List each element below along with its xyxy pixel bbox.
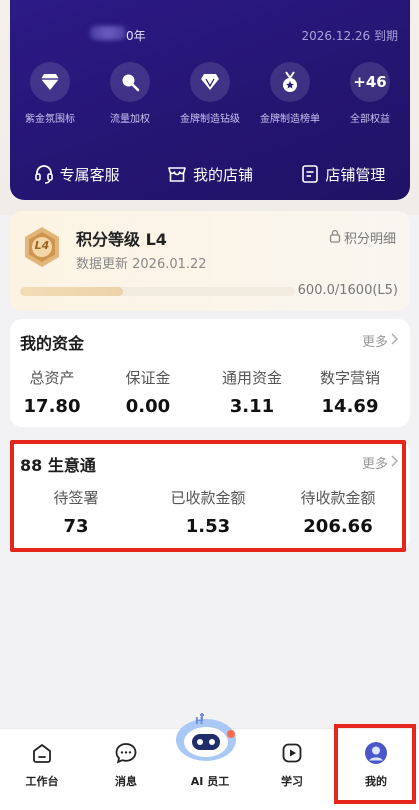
headset-icon (34, 164, 54, 184)
level-progress-text: 600.0/1600(L5) (297, 283, 398, 298)
level-progress-bar (20, 287, 295, 296)
tab-label: 学习 (281, 775, 303, 788)
funds-more-link[interactable]: 更多 (362, 331, 398, 350)
benefit-label: 紫金氛围标 (25, 114, 75, 125)
stat-label: 待收款金额 (300, 489, 376, 507)
funds-stat-deposit[interactable]: 保证金 0.00 (98, 367, 198, 417)
store-icon (167, 164, 187, 184)
level-title: 积分等级 L4 (76, 230, 167, 249)
profile-icon (334, 739, 418, 767)
search-icon (110, 62, 150, 102)
stat-label: 总资产 (29, 369, 75, 387)
points-detail-link[interactable]: 积分明细 (329, 228, 396, 247)
stat-value: 14.69 (321, 396, 379, 417)
business-more-link[interactable]: 更多 (362, 453, 398, 472)
message-icon (84, 739, 168, 767)
blurred-member-name (90, 26, 126, 40)
diamond-badge-icon (190, 62, 230, 102)
medal-icon (270, 62, 310, 102)
play-icon (250, 739, 334, 767)
stat-value: 73 (63, 516, 89, 537)
stat-value: 17.80 (23, 396, 81, 417)
member-card[interactable]: 0年 2026.12.26 到期 紫金氛围标 流量加权 金牌制造钻级 金牌制造榜… (10, 0, 410, 200)
customer-service-button[interactable]: 专属客服 (10, 152, 143, 196)
store-management-button[interactable]: 店铺管理 (277, 152, 410, 196)
business-card: 88 生意通 更多 待签署 73 已收款金额 1.53 待收款金额 206.66 (10, 441, 410, 549)
funds-stat-digital-marketing[interactable]: 数字营销 14.69 (300, 367, 400, 417)
chevron-right-icon (391, 333, 398, 349)
benefit-item[interactable]: 金牌制造榜单 (250, 62, 330, 125)
benefit-list: 紫金氛围标 流量加权 金牌制造钻级 金牌制造榜单 +46 全部权益 (10, 62, 410, 132)
business-stat-pending-sign[interactable]: 待签署 73 (26, 487, 126, 537)
level-badge-text: L4 (34, 239, 50, 252)
action-label: 专属客服 (59, 165, 120, 184)
points-level-card[interactable]: L4 积分等级 L4 数据更新 2026.01.22 积分明细 600.0/16… (10, 211, 410, 311)
benefit-label: 流量加权 (110, 114, 150, 125)
tab-learning[interactable]: 学习 (250, 739, 334, 789)
funds-card: 我的资金 更多 总资产 17.80 保证金 0.00 通用资金 3.11 数字营… (10, 319, 410, 427)
action-label: 我的店铺 (192, 165, 253, 184)
benefit-label: 金牌制造榜单 (260, 114, 320, 125)
business-stat-received[interactable]: 已收款金额 1.53 (158, 487, 258, 537)
tab-profile[interactable]: 我的 (334, 739, 418, 789)
chevron-right-icon (391, 455, 398, 471)
business-title: 88 生意通 (20, 456, 96, 475)
level-update-date: 数据更新 2026.01.22 (76, 257, 207, 272)
stat-value: 206.66 (303, 516, 373, 537)
stat-value: 1.53 (185, 516, 231, 537)
benefit-item[interactable]: 金牌制造钻级 (170, 62, 250, 125)
benefit-item[interactable]: 流量加权 (90, 62, 170, 125)
more-label: 更多 (361, 457, 388, 472)
tab-label: 工作台 (25, 775, 59, 788)
more-benefits-count: +46 (350, 62, 390, 102)
stat-label: 通用资金 (221, 369, 282, 387)
diamond-icon (30, 62, 70, 102)
member-expire-date: 2026.12.26 到期 (301, 29, 398, 43)
stat-value: 0.00 (125, 396, 171, 417)
member-years: 0年 (126, 29, 146, 43)
level-badge-icon: L4 (20, 225, 64, 269)
funds-stat-general-funds[interactable]: 通用资金 3.11 (202, 367, 302, 417)
funds-title: 我的资金 (20, 334, 85, 353)
benefit-count: +46 (353, 73, 387, 91)
level-progress-fill (20, 287, 124, 296)
tab-label: AI 员工 (190, 775, 230, 788)
action-label: 店铺管理 (325, 165, 386, 184)
stat-label: 待签署 (53, 489, 99, 507)
points-detail-label: 积分明细 (343, 232, 396, 247)
benefit-item[interactable]: 紫金氛围标 (10, 62, 90, 125)
stat-value: 3.11 (229, 396, 275, 417)
document-icon (301, 164, 319, 184)
tab-label: 我的 (365, 775, 387, 788)
stat-label: 数字营销 (319, 369, 380, 387)
benefit-item[interactable]: +46 全部权益 (330, 62, 410, 125)
tab-label: 消息 (115, 775, 137, 788)
robot-icon[interactable]: H (173, 712, 239, 762)
lock-icon (329, 229, 341, 247)
my-store-button[interactable]: 我的店铺 (143, 152, 276, 196)
funds-stat-total-assets[interactable]: 总资产 17.80 (2, 367, 102, 417)
stat-label: 保证金 (125, 369, 171, 387)
tab-workbench[interactable]: 工作台 (0, 739, 84, 789)
benefit-label: 全部权益 (350, 114, 390, 125)
more-label: 更多 (361, 335, 388, 350)
member-actions: 专属客服 我的店铺 店铺管理 (10, 152, 410, 196)
stat-label: 已收款金额 (170, 489, 246, 507)
benefit-label: 金牌制造钻级 (180, 114, 240, 125)
workbench-icon (0, 739, 84, 767)
svg-text:H: H (195, 716, 203, 727)
tab-messages[interactable]: 消息 (84, 739, 168, 789)
business-stat-receivable[interactable]: 待收款金额 206.66 (288, 487, 388, 537)
